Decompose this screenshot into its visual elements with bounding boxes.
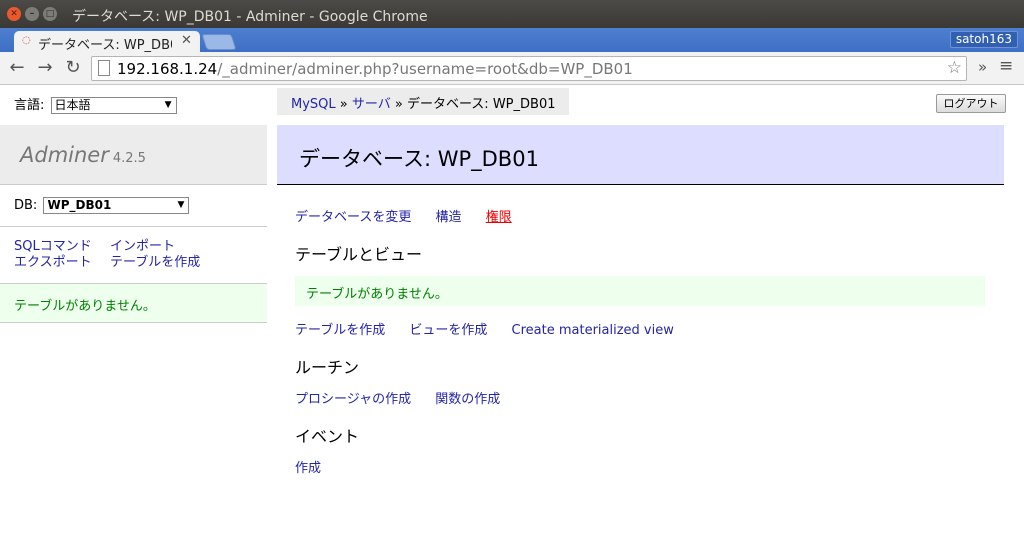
sidebar-no-tables-notice: テーブルがありません。 [0, 283, 267, 323]
create-view-link[interactable]: ビューを作成 [409, 323, 487, 338]
extensions-chevron-icon[interactable]: » [978, 58, 987, 76]
adminer-favicon-icon: ◌ [22, 35, 31, 46]
window-close-button[interactable]: ✕ [7, 7, 21, 21]
alter-database-link[interactable]: データベースを変更 [295, 210, 411, 225]
forward-arrow-icon[interactable]: → [34, 57, 56, 79]
sidebar-divider [0, 226, 267, 227]
profile-button[interactable]: satoh163 [949, 31, 1018, 48]
create-event-link[interactable]: 作成 [295, 461, 321, 476]
breadcrumb-current: データベース: WP_DB01 [406, 97, 556, 112]
url-text: 192.168.1.24/_adminer/adminer.php?userna… [117, 60, 633, 78]
import-link[interactable]: インポート [110, 239, 175, 255]
database-schema-link[interactable]: 構造 [436, 210, 462, 225]
create-table-link[interactable]: テーブルを作成 [295, 323, 385, 338]
window-title: データベース: WP_DB01 - Adminer - Google Chrom… [72, 9, 428, 25]
tab-strip: ◌ データベース: WP_DB01 - Adminer ✕ satoh163 [0, 28, 1024, 53]
db-selector: DB: WP_DB01 ▼ [14, 197, 190, 214]
routine-actions: プロシージャの作成 関数の作成 [295, 388, 520, 407]
create-procedure-link[interactable]: プロシージャの作成 [295, 392, 411, 407]
sidebar-header: Adminer 4.2.5 [0, 125, 267, 185]
version: 4.2.5 [112, 151, 146, 166]
window-maximize-button[interactable]: □ [43, 7, 57, 21]
bookmark-star-icon[interactable]: ☆ [947, 58, 962, 78]
tab-close-icon[interactable]: ✕ [181, 33, 192, 48]
language-label: 言語: [14, 98, 45, 113]
new-tab-button[interactable] [201, 34, 237, 50]
create-function-link[interactable]: 関数の作成 [435, 392, 500, 407]
database-actions: データベースを変更 構造 権限 [295, 206, 532, 225]
table-actions: テーブルを作成 ビューを作成 Create materialized view [295, 319, 694, 338]
events-heading: イベント [295, 427, 360, 446]
chevron-down-icon: ▼ [164, 100, 172, 110]
back-arrow-icon[interactable]: ← [6, 57, 28, 79]
window-minimize-button[interactable]: – [25, 7, 39, 21]
logout-button[interactable]: ログアウト [936, 94, 1006, 113]
event-actions: 作成 [295, 457, 341, 476]
no-tables-notice: テーブルがありません。 [295, 276, 985, 306]
content-header: データベース: WP_DB01 [277, 125, 1004, 185]
reload-icon[interactable]: ↻ [62, 57, 84, 79]
breadcrumb-mysql[interactable]: MySQL [291, 97, 336, 112]
language-select[interactable]: 日本語 ▼ [50, 97, 177, 114]
privileges-link[interactable]: 権限 [486, 210, 512, 225]
db-select[interactable]: WP_DB01 ▼ [43, 197, 190, 214]
tab-title: データベース: WP_DB01 - Adminer [38, 38, 172, 53]
browser-tab[interactable]: ◌ データベース: WP_DB01 - Adminer ✕ [14, 31, 200, 53]
db-label: DB: [14, 198, 38, 213]
chevron-down-icon: ▼ [177, 200, 185, 210]
breadcrumb-server[interactable]: サーバ [352, 97, 391, 112]
tables-and-views-heading: テーブルとビュー [295, 245, 423, 264]
export-link[interactable]: エクスポート [14, 255, 110, 271]
sidebar-links: SQLコマンド インポート エクスポート テーブルを作成 [14, 239, 234, 271]
create-materialized-view-link[interactable]: Create materialized view [512, 323, 674, 338]
app-logo[interactable]: Adminer 4.2.5 [20, 143, 146, 167]
window-titlebar: ✕ – □ データベース: WP_DB01 - Adminer - Google… [0, 0, 1024, 28]
language-selector: 言語: 日本語 ▼ [14, 94, 177, 114]
breadcrumb: MySQL » サーバ » データベース: WP_DB01 [277, 88, 570, 115]
page-icon [98, 60, 110, 76]
sql-command-link[interactable]: SQLコマンド [14, 239, 110, 255]
browser-toolbar: ← → ↻ 192.168.1.24/_adminer/adminer.php?… [0, 52, 1024, 85]
page: 言語: 日本語 ▼ Adminer 4.2.5 DB: WP_DB01 ▼ SQLコマ… [0, 86, 1024, 555]
page-title: データベース: WP_DB01 [299, 147, 539, 171]
sidebar-create-table-link[interactable]: テーブルを作成 [110, 255, 200, 271]
routines-heading: ルーチン [295, 358, 360, 377]
address-bar[interactable]: 192.168.1.24/_adminer/adminer.php?userna… [91, 56, 967, 81]
menu-icon[interactable]: ≡ [999, 56, 1013, 76]
